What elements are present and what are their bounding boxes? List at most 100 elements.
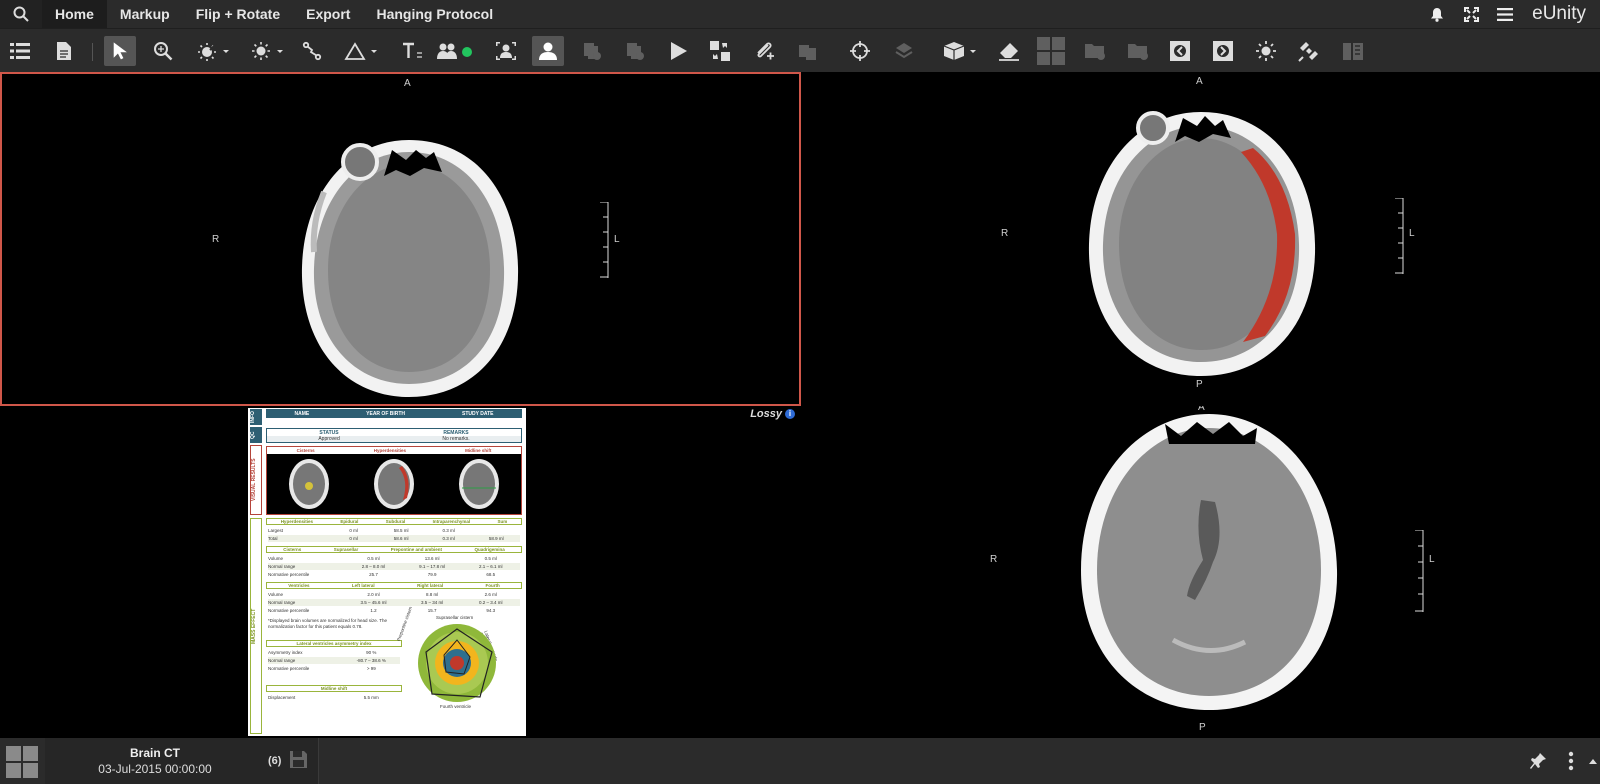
tool-sun[interactable] (1250, 36, 1282, 66)
tool-measure-line[interactable] (296, 36, 328, 66)
fullscreen-button[interactable] (1454, 0, 1488, 28)
sun-icon (1256, 41, 1276, 61)
tool-fit[interactable] (490, 36, 522, 66)
tool-copy-series[interactable] (576, 36, 608, 66)
fullscreen-icon (1463, 6, 1479, 22)
prev-icon (1170, 41, 1190, 61)
status-value: Approved (318, 436, 340, 442)
study-panel[interactable]: Brain CT 03-Jul-2015 00:00:00 (6) (45, 738, 319, 784)
tool-stack[interactable] (792, 36, 824, 66)
tool-grid[interactable] (1035, 36, 1067, 66)
tool-brightness[interactable] (246, 36, 288, 66)
notifications-button[interactable] (1420, 0, 1454, 28)
main-menu-button[interactable] (1488, 0, 1522, 28)
tool-next[interactable] (1207, 36, 1239, 66)
search-button[interactable] (0, 0, 42, 28)
tool-crosshair[interactable] (844, 36, 876, 66)
tool-avatar[interactable] (532, 36, 564, 66)
brightness-icon (252, 42, 283, 60)
table-row: Normative percentile > 99 (268, 666, 376, 671)
measure-line-icon (302, 41, 322, 61)
tool-shape[interactable] (340, 36, 382, 66)
visual-midline: Midline shift (465, 448, 492, 453)
tool-3d[interactable] (940, 36, 982, 66)
pin-button[interactable] (1520, 752, 1556, 770)
viewport-4[interactable]: A R L P (801, 406, 1600, 738)
next-icon (1213, 41, 1233, 61)
layout-button[interactable] (6, 746, 38, 778)
tool-report[interactable] (48, 36, 80, 66)
tool-eraser[interactable] (993, 36, 1025, 66)
status-title: STATUS (319, 429, 339, 436)
menu-markup[interactable]: Markup (107, 0, 183, 28)
ct-axial-image (301, 140, 519, 397)
tool-swap[interactable] (704, 36, 736, 66)
tool-satellite[interactable] (1293, 36, 1325, 66)
ct-axial-lower-image (1081, 414, 1338, 710)
hdr-yob: YEAR OF BIRTH (366, 410, 406, 417)
tool-list[interactable] (4, 36, 36, 66)
bell-icon (1431, 7, 1444, 22)
tool-people[interactable] (434, 36, 478, 66)
menu-hanging-protocol[interactable]: Hanging Protocol (363, 0, 506, 28)
visual-hyperdensities: Hyperdensities (373, 448, 407, 453)
menu-home[interactable]: Home (42, 0, 107, 28)
tool-text[interactable] (396, 36, 428, 66)
pointer-icon (113, 42, 127, 60)
table-row: Asymmetry index 90 % (268, 650, 377, 655)
more-options-button[interactable] (1556, 751, 1586, 771)
copy-image-icon (627, 43, 644, 60)
report-tab-info: INFO (250, 409, 262, 425)
table-row: Normal range -80.7 – 38.6 % (268, 657, 400, 664)
study-date: 03-Jul-2015 00:00:00 (98, 762, 212, 776)
orientation-left: R (212, 234, 220, 245)
status-right (1520, 738, 1600, 784)
menu-bar: Home Markup Flip + Rotate Export Hanging… (0, 0, 1600, 28)
asym-header: Lateral ventricles asymmetry index (266, 640, 402, 647)
expand-button[interactable] (1586, 758, 1600, 764)
tool-prev[interactable] (1164, 36, 1196, 66)
swap-icon (710, 41, 730, 61)
triangle-icon (344, 42, 377, 60)
document-icon (57, 42, 71, 60)
table-row: Normal range 3.5 – 45.6 ml 3.5 – 34 ml 0.2 … (268, 599, 520, 606)
table-row: Displacement 5.5 mm (268, 695, 379, 700)
table-row: Normal range 2.8 – 8.0 ml 9.1 – 17.8 ml 2.1… (268, 563, 520, 570)
text-icon (403, 42, 422, 58)
viewport-2[interactable]: A R L P (801, 72, 1600, 406)
tool-folder-move[interactable] (1122, 36, 1154, 66)
orientation-bottom: P (1196, 379, 1203, 390)
table-row: Volume 2.0 ml 8.8 ml 2.6 ml (268, 592, 497, 597)
layout-cell (6, 763, 21, 778)
radar-chart (418, 624, 496, 702)
tool-copy-image[interactable] (619, 36, 651, 66)
orientation-right: L (1409, 228, 1415, 239)
viewport-3[interactable]: Lossy i INFO QC VISUAL RESULTS MASS EFFEC… (0, 406, 801, 738)
tool-play[interactable] (662, 36, 694, 66)
copy-series-icon (584, 43, 601, 60)
tool-layers[interactable] (888, 36, 920, 66)
info-icon[interactable]: i (785, 409, 795, 419)
people-icon (437, 43, 472, 59)
tool-window-level[interactable] (192, 36, 234, 66)
more-vertical-icon (1568, 751, 1574, 771)
stack-icon (799, 45, 816, 60)
save-icon[interactable] (289, 750, 308, 769)
grid-icon (1037, 37, 1065, 65)
brand-logo: eUnity (1532, 3, 1586, 24)
table-row: Largest 0 ml 58.5 ml 0.3 ml (268, 528, 455, 533)
menu-flip-rotate[interactable]: Flip + Rotate (183, 0, 293, 28)
tool-attach[interactable] (748, 36, 780, 66)
menu-export[interactable]: Export (293, 0, 363, 28)
tool-pointer[interactable] (104, 36, 136, 66)
orientation-right: L (1429, 554, 1435, 565)
radar-label-bottom: Fourth ventricle (440, 704, 472, 709)
viewport-1[interactable]: A R L P (0, 72, 801, 406)
fit-icon (496, 42, 516, 60)
tool-folder[interactable] (1079, 36, 1111, 66)
series-count: (6) (268, 755, 282, 767)
tool-zoom[interactable] (147, 36, 179, 66)
tool-ruler[interactable] (1337, 36, 1369, 66)
report-tab-mass-effect: MASS EFFECT (250, 518, 262, 734)
report-tab-visual: VISUAL RESULTS (250, 445, 262, 515)
